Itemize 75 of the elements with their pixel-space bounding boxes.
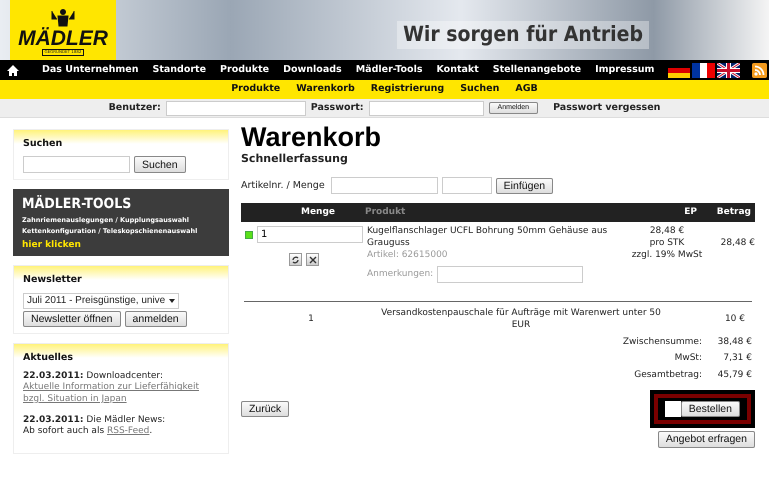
nav-link[interactable]: Impressum [595, 64, 654, 76]
nav-link[interactable]: Mädler-Tools [356, 64, 422, 76]
column-header: Produkt [364, 206, 406, 219]
news-link[interactable]: Aktuelle Information zur Lieferfähigkeit bzgl. Situation in Japan [23, 382, 219, 406]
back-button[interactable]: Zurück [241, 400, 290, 418]
nav-link[interactable]: Das Unternehmen [42, 64, 138, 76]
refresh-icon [291, 255, 300, 264]
rss-icon[interactable] [752, 62, 768, 78]
unit-price: 28,48 € [648, 226, 686, 238]
refresh-button[interactable] [289, 253, 302, 266]
newsletter-button[interactable]: Newsletter öffnen [23, 310, 121, 328]
panel-title: Aktuelles [23, 352, 74, 364]
news-headline: 22.03.2011: Downloadcenter: [23, 370, 164, 382]
nav-link[interactable]: Warenkorb [296, 83, 355, 96]
slogan: Wir sorgen für Antrieb [397, 21, 649, 49]
username-label: Benutzer: [108, 102, 161, 114]
remarks-label: Anmerkungen: [367, 269, 434, 281]
tools-link[interactable]: hier klicken [22, 240, 220, 252]
nav-link[interactable]: Registrierung [370, 83, 444, 96]
total-value: 45,79 € [716, 370, 752, 382]
news-headline: 22.03.2011: Die Mädler News: [23, 414, 166, 426]
search-field[interactable] [23, 156, 130, 174]
article-number: Artikel: 62615000 [367, 250, 449, 262]
french-flag-icon[interactable] [692, 62, 716, 78]
column-header: Betrag [716, 206, 752, 219]
close-icon [308, 256, 316, 264]
tools-title: MÄDLER-TOOLS [22, 195, 132, 214]
line-amount: 28,48 € [720, 237, 755, 250]
person-icon [49, 8, 77, 28]
page-title: Warenkorb [241, 124, 382, 151]
unit-price: zzgl. 19% MwSt [630, 250, 704, 262]
nav-link[interactable]: Stellenangebote [492, 64, 582, 76]
total-value: 38,48 € [716, 336, 752, 348]
remarks-field[interactable] [437, 266, 584, 284]
panel-title: Suchen [23, 138, 64, 150]
panel-title: Newsletter [23, 274, 83, 286]
column-header: Menge [300, 206, 336, 219]
nav-link[interactable]: Standorte [152, 64, 206, 76]
page-subtitle: Schnellerfassung [241, 152, 349, 166]
news-link[interactable]: RSS-Feed [107, 426, 150, 436]
shipping-quantity: 1 [307, 314, 315, 326]
shipping-description: Versandkostenpauschale für Aufträge mit Warenwert unter 50 EUR [381, 308, 661, 332]
quick-entry-label: Artikelnr. / Menge [241, 180, 325, 192]
total-label: Gesamtbetrag: [634, 370, 702, 382]
unit-price: pro STK [648, 238, 686, 250]
total-label: MwSt: [674, 353, 702, 366]
dropdown-caret-icon [169, 298, 176, 303]
newsletter-button[interactable]: anmelden [124, 310, 187, 328]
order-button[interactable]: Bestellen [680, 400, 740, 418]
total-value: 7,31 € [722, 353, 752, 366]
password-label: Passwort: [310, 102, 364, 114]
nav-link[interactable]: Suchen [460, 83, 500, 96]
newsletter-select[interactable]: Juli 2011 - Preisgünstige, unive [23, 292, 180, 309]
nav-link[interactable]: Produkte [231, 83, 280, 96]
british-flag-icon[interactable] [717, 62, 740, 78]
request-quote-button[interactable]: Angebot erfragen [658, 431, 755, 448]
delete-button[interactable] [306, 253, 319, 266]
quantity-field[interactable] [442, 177, 492, 194]
nav-link[interactable]: Produkte [220, 64, 270, 76]
quantity-field[interactable]: 1 [257, 226, 363, 244]
column-header: EP [683, 206, 698, 219]
total-label: Zwischensumme: [622, 336, 702, 348]
shipping-amount: 10 € [724, 314, 746, 326]
article-number-field[interactable] [330, 177, 438, 194]
product-name: Kugelflanschlager UCFL Bohrung 50mm Gehäuse aus Grauguss [367, 226, 608, 250]
password-field[interactable] [368, 100, 484, 116]
nav-link[interactable]: Kontakt [436, 64, 479, 76]
home-icon[interactable] [6, 64, 20, 76]
nav-link[interactable]: AGB [515, 83, 538, 96]
forgot-password-link[interactable]: Passwort vergessen [553, 102, 660, 114]
nav-link[interactable]: Downloads [283, 64, 342, 76]
username-field[interactable] [166, 100, 306, 116]
insert-button[interactable]: Einfügen [496, 178, 554, 194]
news-text: Ab sofort auch als RSS-Feed. [23, 426, 154, 438]
search-button[interactable]: Suchen [134, 156, 186, 174]
